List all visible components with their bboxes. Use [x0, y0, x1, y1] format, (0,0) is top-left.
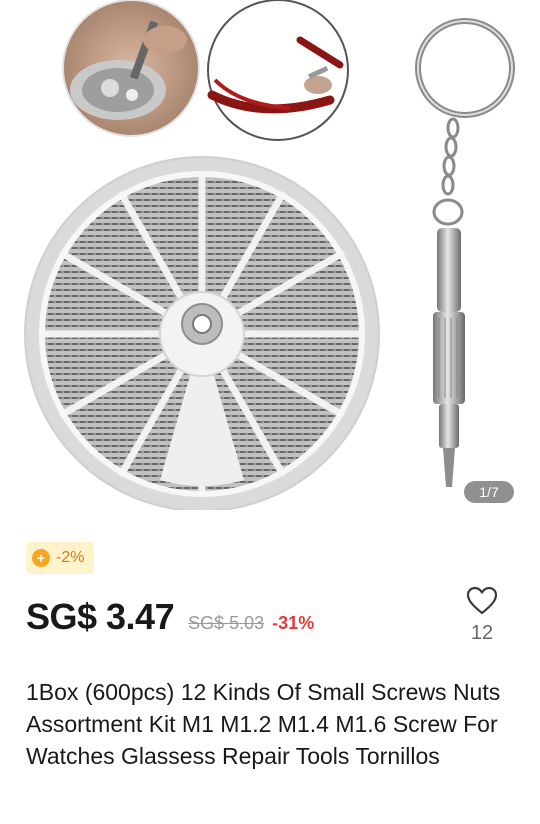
product-title: 1Box (600pcs) 12 Kinds Of Small Screws N… — [26, 679, 501, 769]
heart-outline-icon[interactable] — [466, 586, 498, 616]
coupon-plus-icon: + — [32, 549, 50, 567]
price-row: SG$ 3.47 SG$ 5.03 -31% — [26, 596, 314, 638]
current-price: SG$ 3.47 — [26, 596, 175, 637]
coupon-text: -2% — [56, 549, 85, 566]
wishlist-button[interactable]: 12 — [462, 586, 502, 645]
product-image — [24, 0, 515, 510]
wishlist-count: 12 — [470, 622, 494, 644]
product-image-gallery[interactable]: 1/7 — [0, 0, 540, 510]
original-price: SG$ 5.03 — [188, 613, 265, 633]
coupon-badge[interactable]: + -2% — [26, 542, 95, 574]
glasses-repair-thumbnail — [207, 0, 349, 141]
watch-repair-thumbnail — [62, 0, 200, 137]
image-page-indicator: 1/7 — [464, 481, 514, 503]
keychain-screwdriver — [415, 18, 515, 487]
screw-assortment-box — [24, 156, 380, 510]
discount-percent: -31% — [272, 613, 315, 633]
